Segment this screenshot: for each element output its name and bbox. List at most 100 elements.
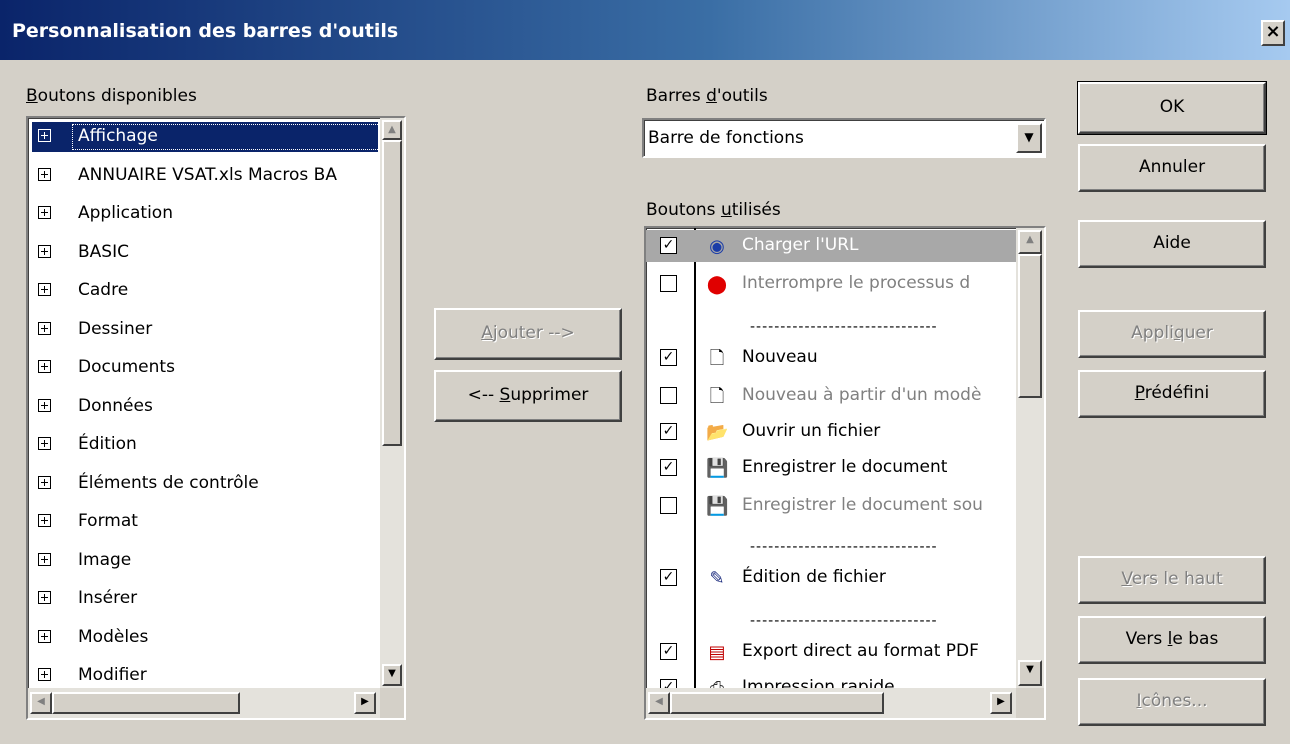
visibility-checkbox[interactable]: ✓ — [660, 643, 677, 660]
available-buttons-label: Boutons disponibles — [26, 86, 197, 106]
tree-item[interactable]: Format — [32, 507, 378, 537]
tree-item[interactable]: Dessiner — [32, 315, 378, 345]
tree-item[interactable]: BASIC — [32, 238, 378, 268]
tree-item-label: Éléments de contrôle — [78, 472, 259, 493]
expand-plus-icon[interactable] — [38, 206, 51, 219]
close-button[interactable]: × — [1261, 20, 1285, 46]
open-folder-icon: 📂 — [706, 422, 729, 443]
apply-button[interactable]: Appliquer — [1078, 310, 1266, 358]
available-buttons-tree[interactable]: Affichage ANNUAIRE VSAT.xls Macros BA Appl… — [26, 116, 406, 720]
expand-plus-icon[interactable] — [38, 167, 51, 181]
scroll-up-button[interactable]: ▲ — [382, 120, 402, 140]
tree-item[interactable]: ANNUAIRE VSAT.xls Macros BA — [32, 161, 378, 191]
tree-item[interactable]: Modifier — [32, 661, 378, 686]
tree-item[interactable]: Modèles — [32, 623, 378, 653]
chevron-down-icon[interactable]: ▼ — [1016, 123, 1042, 153]
visibility-checkbox[interactable] — [660, 275, 677, 292]
scroll-thumb-horizontal[interactable] — [670, 692, 884, 714]
expand-plus-icon[interactable] — [38, 360, 51, 373]
tree-item[interactable]: Application — [32, 199, 378, 229]
used-button-row[interactable]: ✓ ▤ Export direct au format PDF — [646, 636, 1016, 668]
toolbars-label: Barres d'outils — [646, 86, 768, 106]
expand-plus-icon[interactable] — [38, 321, 51, 335]
expand-plus-icon[interactable] — [38, 283, 51, 296]
used-button-row[interactable]: ✓ 🗋 Nouveau — [646, 342, 1016, 374]
scroll-thumb-horizontal[interactable] — [52, 692, 240, 714]
remove-button[interactable]: <-- Supprimer — [434, 370, 622, 422]
scroll-down-button[interactable]: ▼ — [382, 664, 402, 686]
used-buttons-list[interactable]: ✓ ◉ Charger l'URL ⬤ Interrompre le processus… — [644, 226, 1046, 720]
expand-plus-icon[interactable] — [38, 668, 51, 681]
expand-plus-icon[interactable] — [38, 591, 51, 604]
visibility-checkbox[interactable]: ✓ — [660, 349, 677, 366]
visibility-checkbox[interactable] — [660, 497, 677, 514]
tree-item[interactable]: Cadre — [32, 276, 378, 306]
expand-plus-icon[interactable] — [38, 475, 51, 489]
visibility-checkbox[interactable]: ✓ — [660, 569, 677, 586]
expand-plus-icon[interactable] — [38, 514, 51, 527]
tree-item[interactable]: Éléments de contrôle — [32, 469, 378, 499]
tree-item-label: Application — [78, 203, 173, 223]
visibility-checkbox[interactable]: ✓ — [660, 459, 677, 476]
tree-item[interactable]: Documents — [32, 353, 378, 383]
tree-vertical-scrollbar[interactable]: ▲ ▼ — [380, 118, 404, 688]
used-button-row[interactable]: 🗋 Nouveau à partir d'un modè — [646, 380, 1016, 412]
add-button[interactable]: Ajouter --> — [434, 308, 622, 360]
move-down-button[interactable]: Vers le bas — [1078, 616, 1266, 664]
expand-plus-icon[interactable] — [38, 552, 51, 566]
tree-item[interactable]: Insérer — [32, 584, 378, 614]
scroll-right-button[interactable]: ▶ — [990, 692, 1012, 714]
tree-item-label: Cadre — [78, 280, 129, 300]
visibility-checkbox[interactable] — [660, 387, 677, 404]
save-icon: 💾 — [706, 458, 729, 479]
used-button-row[interactable]: ✓ 💾 Enregistrer le document — [646, 452, 1016, 484]
used-button-row[interactable]: ✓ ◉ Charger l'URL — [646, 230, 1016, 262]
stop-icon: ⬤ — [706, 274, 728, 295]
separator-row[interactable]: ------------------------------- — [646, 600, 1016, 632]
scroll-left-button[interactable]: ◀ — [30, 692, 52, 714]
used-button-label: Nouveau — [742, 347, 818, 367]
scroll-corner — [1016, 688, 1044, 718]
save-as-icon: 💾 — [706, 496, 729, 517]
tree-item[interactable]: Affichage — [32, 122, 378, 152]
tree-horizontal-scrollbar[interactable]: ◀ ▶ — [28, 688, 380, 718]
help-button[interactable]: Aide — [1078, 220, 1266, 268]
expand-plus-icon[interactable] — [38, 629, 51, 643]
expand-plus-icon[interactable] — [38, 437, 51, 450]
used-button-row[interactable]: ⬤ Interrompre le processus d — [646, 268, 1016, 300]
expand-plus-icon[interactable] — [38, 398, 51, 412]
scroll-up-button[interactable]: ▲ — [1018, 230, 1042, 254]
move-up-button[interactable]: Vers le haut — [1078, 556, 1266, 604]
separator-row[interactable]: ------------------------------- — [646, 526, 1016, 558]
visibility-checkbox[interactable]: ✓ — [660, 237, 677, 254]
toolbars-select[interactable]: Barre de fonctions ▼ — [642, 118, 1046, 158]
expand-plus-icon[interactable] — [38, 129, 51, 142]
scroll-thumb[interactable] — [382, 140, 402, 446]
used-button-label: Édition de fichier — [742, 567, 886, 587]
used-button-label: Enregistrer le document sou — [742, 495, 983, 515]
used-horizontal-scrollbar[interactable]: ◀ ▶ — [646, 688, 1016, 718]
icons-button[interactable]: Icônes... — [1078, 678, 1266, 726]
used-button-row[interactable]: ✓ ✎ Édition de fichier — [646, 562, 1016, 594]
used-button-label: Enregistrer le document — [742, 457, 948, 477]
tree-item[interactable]: Données — [32, 392, 378, 422]
scroll-left-button[interactable]: ◀ — [648, 692, 670, 714]
pdf-export-icon: ▤ — [708, 642, 726, 663]
visibility-checkbox[interactable]: ✓ — [660, 423, 677, 440]
separator-row[interactable]: ------------------------------- — [646, 306, 1016, 338]
ok-button[interactable]: OK — [1077, 81, 1267, 135]
visibility-checkbox[interactable]: ✓ — [660, 679, 677, 688]
tree-item[interactable]: Image — [32, 546, 378, 576]
scroll-down-button[interactable]: ▼ — [1018, 660, 1042, 686]
scroll-thumb[interactable] — [1018, 254, 1042, 398]
scroll-right-button[interactable]: ▶ — [354, 692, 376, 714]
scroll-corner — [380, 688, 404, 718]
predefined-button[interactable]: Prédéfini — [1078, 370, 1266, 418]
cancel-button[interactable]: Annuler — [1078, 144, 1266, 192]
used-button-row[interactable]: ✓ 📂 Ouvrir un fichier — [646, 416, 1016, 448]
expand-plus-icon[interactable] — [38, 244, 51, 258]
used-button-row[interactable]: 💾 Enregistrer le document sou — [646, 490, 1016, 522]
tree-item[interactable]: Édition — [32, 430, 378, 460]
used-button-row[interactable]: ✓ ⎙ Impression rapide — [646, 672, 1016, 688]
used-vertical-scrollbar[interactable]: ▲ ▼ — [1016, 228, 1044, 688]
